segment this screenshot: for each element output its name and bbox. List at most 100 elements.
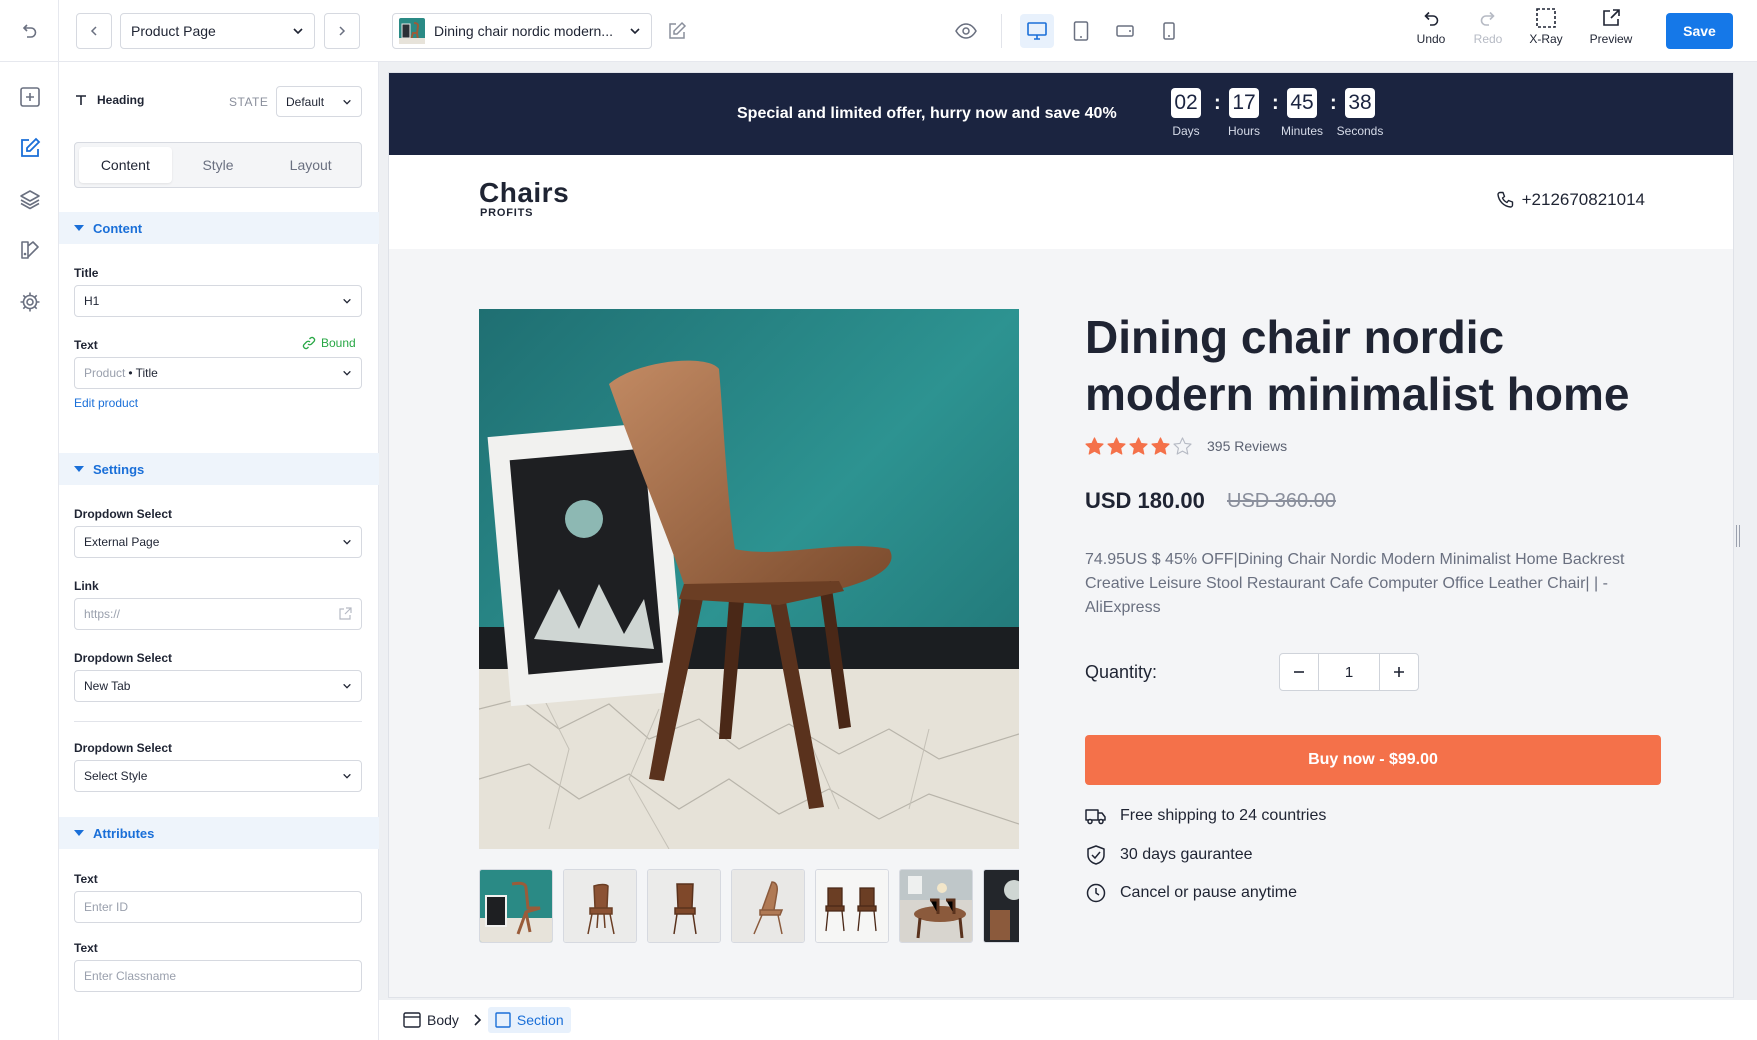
gear-icon: [20, 292, 40, 312]
add-square-icon: [20, 87, 40, 107]
phone-icon: [1496, 191, 1513, 208]
breadcrumb-section[interactable]: Section: [487, 1007, 571, 1033]
brand-tagline: PROFITS: [480, 207, 534, 219]
content-section-label: Content: [93, 220, 143, 236]
device-tablet-button[interactable]: [1064, 14, 1098, 48]
undo-label: Undo: [1416, 32, 1446, 46]
mobile-icon: [1163, 22, 1175, 40]
breadcrumb-body[interactable]: Body: [396, 1007, 466, 1033]
link-icon: [302, 336, 316, 350]
product-main-image[interactable]: [479, 309, 1019, 849]
settings-section-header[interactable]: Settings: [59, 453, 379, 485]
classname-input[interactable]: Enter Classname: [74, 960, 362, 992]
tab-style[interactable]: Style: [172, 147, 265, 183]
xray-label: X-Ray: [1529, 32, 1563, 46]
tab-content[interactable]: Content: [79, 147, 172, 183]
edit-product-link[interactable]: Edit product: [74, 396, 138, 410]
preview-eye-button[interactable]: [953, 19, 979, 43]
preview-label: Preview: [1589, 32, 1633, 46]
site-header[interactable]: Chairs PROFITS +212670821014: [389, 155, 1733, 249]
thumbnail[interactable]: [815, 869, 889, 943]
tablet-icon: [1073, 21, 1089, 41]
chevron-down-icon: [343, 773, 351, 779]
id-input[interactable]: Enter ID: [74, 891, 362, 923]
feature-text: Cancel or pause anytime: [1120, 884, 1297, 901]
style-select-value: Select Style: [84, 769, 148, 783]
settings-button[interactable]: [17, 289, 43, 315]
thumbnail[interactable]: [899, 869, 973, 943]
history-back-button[interactable]: [0, 0, 59, 62]
dropdown-select-label: Dropdown Select: [74, 651, 173, 665]
thumbnail[interactable]: [479, 869, 553, 943]
state-select[interactable]: Default: [276, 86, 362, 117]
thumbnail[interactable]: [983, 869, 1019, 943]
reviews-count[interactable]: 395 Reviews: [1207, 438, 1287, 454]
theme-button[interactable]: [17, 237, 43, 263]
section-icon: [495, 1012, 511, 1028]
preview-button[interactable]: Preview: [1583, 8, 1639, 46]
buy-now-button[interactable]: Buy now - $99.00: [1085, 735, 1661, 785]
compare-price: USD 360.00: [1227, 490, 1336, 512]
save-button[interactable]: Save: [1666, 13, 1733, 49]
room-thumbnail: [984, 870, 1019, 942]
prev-page-button[interactable]: [76, 13, 112, 49]
style-select[interactable]: Select Style: [74, 760, 362, 792]
element-type: Heading: [74, 93, 144, 107]
device-mobile-button[interactable]: [1152, 14, 1186, 48]
xray-icon: [1536, 8, 1556, 28]
promo-bar[interactable]: Special and limited offer, hurry now and…: [389, 73, 1733, 155]
promo-text: Special and limited offer, hurry now and…: [737, 105, 1117, 122]
link-type-select[interactable]: External Page: [74, 526, 362, 558]
redo-button[interactable]: Redo: [1460, 8, 1516, 46]
thumbnail[interactable]: [563, 869, 637, 943]
add-element-button[interactable]: [17, 84, 43, 110]
device-tablet-landscape-button[interactable]: [1108, 14, 1142, 48]
phone-contact[interactable]: +212670821014: [1496, 190, 1645, 210]
bound-indicator[interactable]: Bound: [302, 336, 356, 350]
countdown-label: Seconds: [1336, 124, 1384, 138]
link-label: Link: [74, 579, 99, 593]
decrease-quantity-button[interactable]: [1280, 654, 1318, 690]
undo-arrow-icon: [22, 24, 37, 38]
page-select[interactable]: Product Page: [120, 13, 315, 49]
text-source-select[interactable]: Product • Title: [74, 357, 362, 389]
product-title[interactable]: Dining chair nordic modern minimalist ho…: [1085, 309, 1685, 423]
external-link-icon[interactable]: [338, 607, 352, 621]
heading-icon: [76, 95, 86, 105]
layers-button[interactable]: [17, 186, 43, 212]
text-source: Product: [84, 366, 126, 380]
tab-layout[interactable]: Layout: [264, 147, 357, 183]
next-page-button[interactable]: [324, 13, 360, 49]
thumbnail[interactable]: [647, 869, 721, 943]
quantity-input[interactable]: 1: [1318, 654, 1380, 690]
settings-section-label: Settings: [93, 461, 145, 477]
classname-label: Text: [74, 941, 98, 955]
countdown-value: 02: [1171, 88, 1201, 118]
divider: [74, 721, 362, 722]
device-desktop-button[interactable]: [1020, 14, 1054, 48]
product-select[interactable]: Dining chair nordic modern...: [392, 13, 652, 49]
undo-button[interactable]: Undo: [1403, 8, 1459, 46]
title-select[interactable]: H1: [74, 285, 362, 317]
palette-icon: [21, 241, 39, 259]
canvas-resize-handle[interactable]: [1736, 525, 1740, 547]
state-select-value: Default: [286, 94, 325, 109]
id-label: Text: [74, 872, 98, 886]
product-thumbnail-icon: [399, 18, 425, 44]
attributes-section-header[interactable]: Attributes: [59, 817, 379, 849]
chevron-down-icon: [293, 28, 303, 35]
phone-number: +212670821014: [1521, 190, 1645, 209]
link-input[interactable]: https://: [74, 598, 362, 630]
xray-button[interactable]: X-Ray: [1518, 8, 1574, 46]
chair-photo: [479, 309, 1019, 849]
edit-product-button[interactable]: [665, 19, 689, 43]
thumbnail[interactable]: [731, 869, 805, 943]
countdown-label: Days: [1172, 124, 1200, 138]
edit-element-button[interactable]: [17, 135, 43, 161]
star-filled-icon: [1085, 437, 1104, 455]
element-type-label: Heading: [97, 93, 145, 107]
link-target-select[interactable]: New Tab: [74, 670, 362, 702]
increase-quantity-button[interactable]: [1380, 654, 1418, 690]
page-canvas[interactable]: Special and limited offer, hurry now and…: [388, 72, 1734, 998]
content-section-header[interactable]: Content: [59, 212, 379, 244]
